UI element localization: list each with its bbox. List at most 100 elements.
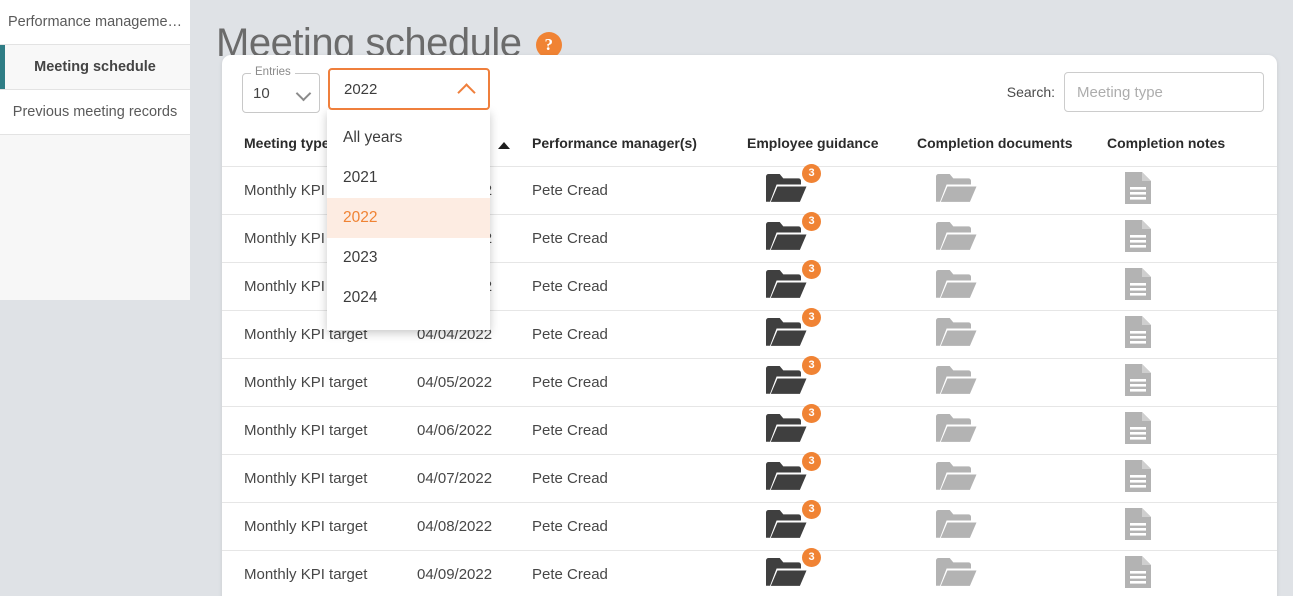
cell-employee-guidance[interactable]: 3: [747, 212, 917, 262]
completion-notes-document[interactable]: [1125, 316, 1151, 348]
folder-open-dark-icon[interactable]: [765, 220, 807, 252]
cell-completion-documents[interactable]: [917, 501, 1107, 550]
folder-open-grey-icon[interactable]: [935, 412, 977, 444]
folder-open-grey-icon[interactable]: [935, 508, 977, 540]
document-lines-icon[interactable]: [1125, 220, 1151, 252]
sidebar-item-meeting-schedule[interactable]: Meeting schedule: [0, 45, 190, 90]
folder-open-grey-icon[interactable]: [935, 460, 977, 492]
completion-documents-folder[interactable]: [935, 220, 977, 252]
cell-employee-guidance[interactable]: 3: [747, 548, 917, 596]
completion-documents-folder[interactable]: [935, 508, 977, 540]
column-header-completion-notes[interactable]: Completion notes: [1107, 130, 1277, 166]
document-lines-icon[interactable]: [1125, 364, 1151, 396]
folder-open-dark-icon[interactable]: [765, 508, 807, 540]
completion-notes-document[interactable]: [1125, 412, 1151, 444]
employee-guidance-folder[interactable]: 3: [765, 212, 821, 252]
folder-open-dark-icon[interactable]: [765, 268, 807, 300]
table-row[interactable]: Monthly KPI target 04/09/2022 Pete Cread 3: [222, 548, 1277, 596]
year-option-all-years[interactable]: All years: [327, 118, 490, 158]
folder-open-grey-icon[interactable]: [935, 556, 977, 588]
cell-employee-guidance[interactable]: 3: [747, 452, 917, 502]
cell-completion-documents[interactable]: [917, 357, 1107, 406]
cell-completion-documents[interactable]: [917, 549, 1107, 596]
employee-guidance-folder[interactable]: 3: [765, 356, 821, 396]
cell-completion-notes[interactable]: [1107, 261, 1277, 310]
employee-guidance-folder[interactable]: 3: [765, 548, 821, 588]
cell-employee-guidance[interactable]: 3: [747, 308, 917, 358]
folder-open-dark-icon[interactable]: [765, 412, 807, 444]
year-option-2024[interactable]: 2024: [327, 278, 490, 318]
year-option-2021[interactable]: 2021: [327, 158, 490, 198]
completion-documents-folder[interactable]: [935, 412, 977, 444]
folder-open-dark-icon[interactable]: [765, 316, 807, 348]
cell-completion-notes[interactable]: [1107, 549, 1277, 596]
cell-completion-notes[interactable]: [1107, 501, 1277, 550]
cell-employee-guidance[interactable]: 3: [747, 404, 917, 454]
cell-completion-documents[interactable]: [917, 213, 1107, 262]
cell-completion-notes[interactable]: [1107, 309, 1277, 358]
folder-open-grey-icon[interactable]: [935, 316, 977, 348]
completion-notes-document[interactable]: [1125, 172, 1151, 204]
folder-open-grey-icon[interactable]: [935, 268, 977, 300]
completion-documents-folder[interactable]: [935, 460, 977, 492]
completion-notes-document[interactable]: [1125, 460, 1151, 492]
folder-open-dark-icon[interactable]: [765, 556, 807, 588]
document-lines-icon[interactable]: [1125, 172, 1151, 204]
column-header-employee-guidance[interactable]: Employee guidance: [747, 130, 917, 166]
employee-guidance-folder[interactable]: 3: [765, 452, 821, 492]
year-option-2022[interactable]: 2022: [327, 198, 490, 238]
cell-employee-guidance[interactable]: 3: [747, 164, 917, 214]
completion-notes-document[interactable]: [1125, 556, 1151, 589]
cell-completion-notes[interactable]: [1107, 213, 1277, 262]
employee-guidance-folder[interactable]: 3: [765, 404, 821, 444]
cell-employee-guidance[interactable]: 3: [747, 260, 917, 310]
cell-completion-notes[interactable]: [1107, 357, 1277, 406]
completion-documents-folder[interactable]: [935, 268, 977, 300]
employee-guidance-folder[interactable]: 3: [765, 164, 821, 204]
completion-documents-folder[interactable]: [935, 316, 977, 348]
completion-notes-document[interactable]: [1125, 220, 1151, 252]
cell-completion-documents[interactable]: [917, 453, 1107, 502]
completion-notes-document[interactable]: [1125, 268, 1151, 300]
table-row[interactable]: Monthly KPI target 04/08/2022 Pete Cread 3: [222, 500, 1277, 550]
cell-employee-guidance[interactable]: 3: [747, 356, 917, 406]
column-header-completion-documents[interactable]: Completion documents: [917, 130, 1107, 166]
sidebar-item-performance-management[interactable]: Performance manageme…: [0, 0, 190, 45]
column-header-performance-managers[interactable]: Performance manager(s): [532, 130, 747, 166]
cell-employee-guidance[interactable]: 3: [747, 500, 917, 550]
cell-completion-notes[interactable]: [1107, 453, 1277, 502]
folder-open-grey-icon[interactable]: [935, 364, 977, 396]
document-lines-icon[interactable]: [1125, 268, 1151, 300]
document-lines-icon[interactable]: [1125, 508, 1151, 540]
entries-select[interactable]: 10 Entries: [242, 65, 320, 113]
document-lines-icon[interactable]: [1125, 412, 1151, 444]
folder-open-dark-icon[interactable]: [765, 172, 807, 204]
folder-open-dark-icon[interactable]: [765, 460, 807, 492]
document-lines-icon[interactable]: [1125, 460, 1151, 492]
completion-documents-folder[interactable]: [935, 556, 977, 588]
cell-completion-documents[interactable]: [917, 261, 1107, 310]
cell-completion-notes[interactable]: [1107, 165, 1277, 214]
completion-notes-document[interactable]: [1125, 364, 1151, 396]
cell-completion-notes[interactable]: [1107, 405, 1277, 454]
cell-completion-documents[interactable]: [917, 165, 1107, 214]
employee-guidance-folder[interactable]: 3: [765, 500, 821, 540]
completion-documents-folder[interactable]: [935, 172, 977, 204]
folder-open-grey-icon[interactable]: [935, 220, 977, 252]
folder-open-grey-icon[interactable]: [935, 172, 977, 204]
document-lines-icon[interactable]: [1125, 316, 1151, 348]
search-input[interactable]: [1064, 72, 1264, 112]
year-option-2023[interactable]: 2023: [327, 238, 490, 278]
employee-guidance-folder[interactable]: 3: [765, 260, 821, 300]
completion-documents-folder[interactable]: [935, 364, 977, 396]
folder-open-dark-icon[interactable]: [765, 364, 807, 396]
table-row[interactable]: Monthly KPI target 04/06/2022 Pete Cread 3: [222, 404, 1277, 454]
employee-guidance-folder[interactable]: 3: [765, 308, 821, 348]
entries-select-box[interactable]: 10: [242, 73, 320, 113]
table-row[interactable]: Monthly KPI target 04/07/2022 Pete Cread 3: [222, 452, 1277, 502]
document-lines-icon[interactable]: [1125, 556, 1151, 589]
cell-completion-documents[interactable]: [917, 405, 1107, 454]
completion-notes-document[interactable]: [1125, 508, 1151, 540]
table-row[interactable]: Monthly KPI target 04/05/2022 Pete Cread 3: [222, 356, 1277, 406]
sidebar-item-previous-meeting-records[interactable]: Previous meeting records: [0, 90, 190, 135]
